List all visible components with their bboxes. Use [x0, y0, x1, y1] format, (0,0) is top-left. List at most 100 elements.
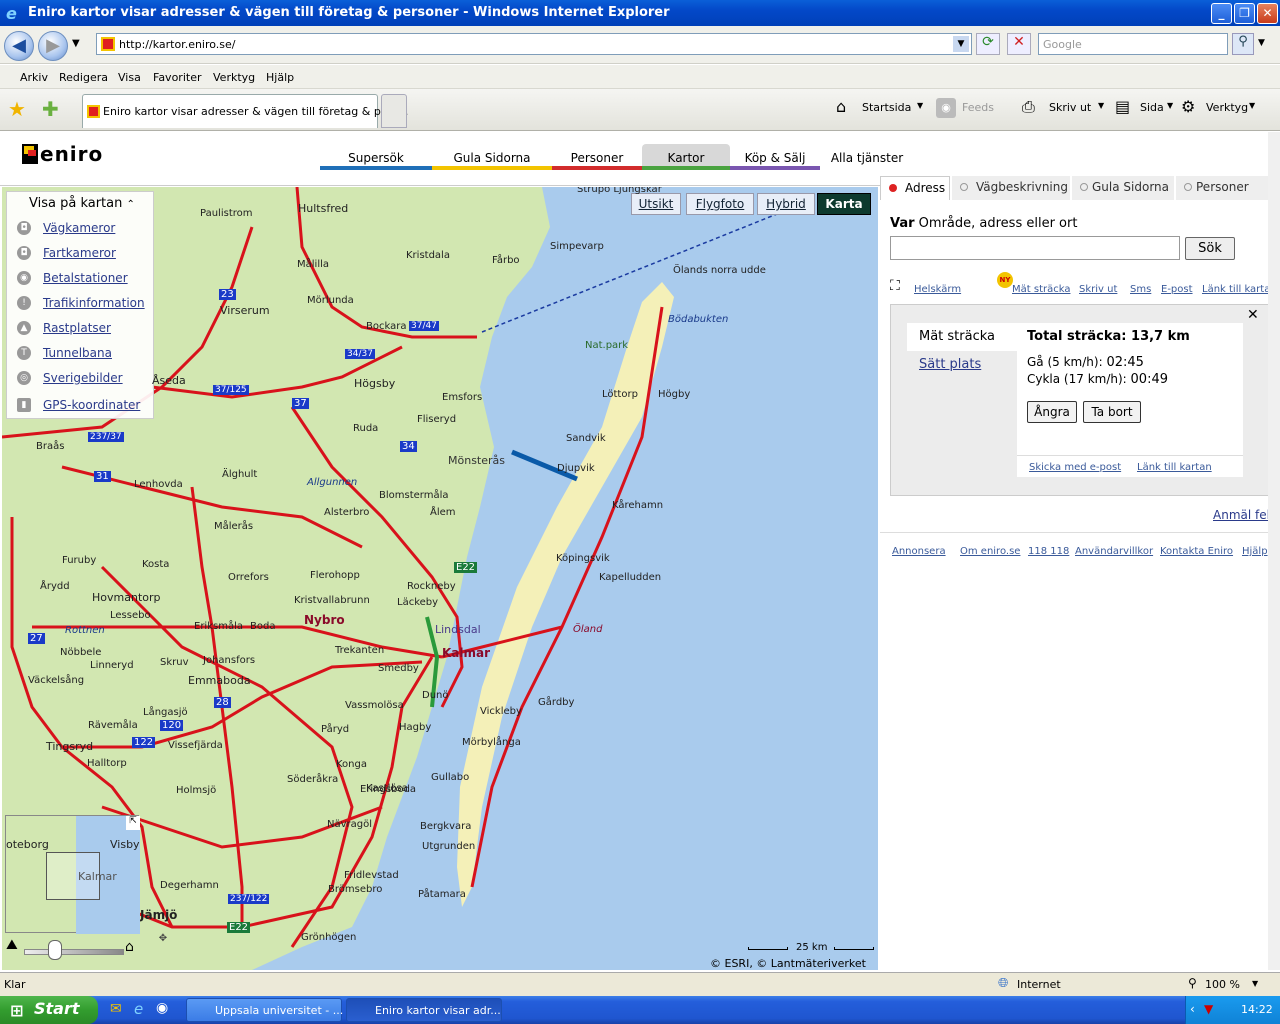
zoom-slider-handle[interactable]	[48, 940, 62, 960]
overview-map[interactable]: oteborg Visby Kalmar ⇱	[5, 815, 140, 934]
report-error-link[interactable]: Anmäl fel	[1213, 508, 1270, 522]
measure-distance-link[interactable]: Mät sträcka	[1012, 284, 1070, 295]
close-icon[interactable]: ✕	[1247, 307, 1259, 323]
place-label: Vickleby	[480, 706, 522, 717]
layer-hybrid-button[interactable]: Hybrid	[757, 193, 815, 215]
print-icon[interactable]: ⎙	[1022, 97, 1035, 117]
zone-label: Internet	[1017, 978, 1061, 991]
stop-button[interactable]: ✕	[1007, 33, 1031, 55]
link-to-map[interactable]: Länk till kartan	[1202, 284, 1277, 295]
menu-verktyg[interactable]: Verktyg	[213, 71, 255, 84]
tools-label[interactable]: Verktyg	[1206, 101, 1248, 114]
taskbar-item-eniro[interactable]: Eniro kartor visar adr...	[346, 998, 502, 1022]
layer-karta-button[interactable]: Karta	[817, 193, 871, 215]
tab-gula-sidorna[interactable]: Gula Sidorna	[432, 148, 552, 170]
footer-hjalp[interactable]: Hjälp	[1242, 546, 1268, 557]
footer-anvandarvillkor[interactable]: Användarvillkor	[1075, 546, 1153, 557]
tab-kartor[interactable]: Kartor	[642, 148, 730, 170]
quicklaunch-ie-icon[interactable]: e	[134, 1000, 143, 1018]
address-bar[interactable]: http://kartor.eniro.se/ ▼	[96, 33, 972, 55]
page-icon[interactable]: ▤	[1115, 97, 1130, 116]
fullscreen-link[interactable]: Helskärm	[914, 284, 961, 295]
menu-visa[interactable]: Visa	[118, 71, 141, 84]
tools-gear-icon[interactable]: ⚙	[1181, 97, 1195, 116]
feeds-label[interactable]: Feeds	[962, 101, 994, 114]
set-place-link[interactable]: Sätt plats	[919, 357, 981, 372]
search-options-icon[interactable]: ▼	[1258, 38, 1265, 48]
menu-hjalp[interactable]: Hjälp	[266, 71, 294, 84]
panel-tab-gula-sidorna[interactable]: Gula Sidorna	[1072, 176, 1174, 200]
show-panel-title[interactable]: Visa på kartan ⌃	[29, 196, 135, 211]
search-input[interactable]: Google	[1038, 33, 1228, 55]
panel-tab-personer[interactable]: Personer	[1176, 176, 1274, 200]
pan-control[interactable]: ✥	[147, 933, 179, 967]
footer-om-eniro[interactable]: Om eniro.se	[960, 546, 1020, 557]
zoom-dropdown-icon[interactable]: ▼	[1252, 979, 1258, 988]
close-button[interactable]: ✕	[1257, 3, 1278, 24]
layer-flygfoto-button[interactable]: Flygfoto	[686, 193, 754, 215]
favorites-star-icon[interactable]: ★	[8, 97, 26, 121]
zoom-icon[interactable]: ⚲	[1188, 976, 1197, 990]
show-panel-title-text: Visa på kartan	[29, 196, 123, 211]
page-label[interactable]: Sida	[1140, 101, 1164, 114]
refresh-button[interactable]: ⟳	[976, 33, 1000, 55]
new-tab-button[interactable]	[381, 94, 407, 128]
measure-menu-active[interactable]: Mät sträcka	[907, 323, 1017, 351]
add-favorite-icon[interactable]: ✚	[42, 97, 59, 121]
tab-kop-salj[interactable]: Köp & Sälj	[730, 148, 820, 170]
panel-tab-vagbeskrivning[interactable]: Vägbeskrivning	[952, 176, 1070, 200]
remove-button[interactable]: Ta bort	[1083, 401, 1141, 423]
menu-favoriter[interactable]: Favoriter	[153, 71, 201, 84]
address-dropdown-icon[interactable]: ▼	[953, 36, 969, 52]
print-link[interactable]: Skriv ut	[1079, 284, 1117, 295]
history-dropdown-icon[interactable]: ▼	[72, 38, 80, 49]
tray-arrow-icon[interactable]: ‹	[1190, 1002, 1195, 1016]
place-label: Målilla	[297, 259, 329, 270]
measure-link-to-map[interactable]: Länk till kartan	[1137, 462, 1212, 473]
zoom-slider-track[interactable]	[24, 949, 124, 955]
tab-alla-tjanster[interactable]: Alla tjänster	[820, 148, 914, 170]
maximize-button[interactable]: ❐	[1234, 3, 1255, 24]
start-button[interactable]: ⊞ Start	[0, 996, 98, 1024]
tab-supersok[interactable]: Supersök	[320, 148, 432, 170]
footer-annonsera[interactable]: Annonsera	[892, 546, 946, 557]
search-button[interactable]: Sök	[1185, 237, 1235, 260]
footer-118118[interactable]: 118 118	[1028, 546, 1069, 557]
email-link[interactable]: E-post	[1161, 284, 1193, 295]
menu-arkiv[interactable]: Arkiv	[20, 71, 48, 84]
tab-personer[interactable]: Personer	[552, 148, 642, 170]
undo-button[interactable]: Ångra	[1027, 401, 1077, 423]
zoom-in-house-icon[interactable]: ⌂	[125, 939, 134, 955]
menu-redigera[interactable]: Redigera	[59, 71, 108, 84]
layer-utsikt-button[interactable]: Utsikt	[631, 193, 681, 215]
feeds-icon[interactable]: ◉	[936, 98, 956, 118]
home-icon[interactable]: ⌂	[836, 97, 846, 116]
page-scrollbar[interactable]	[1268, 132, 1280, 970]
minimize-button[interactable]: _	[1211, 3, 1232, 24]
quicklaunch-mail-icon[interactable]: ✉	[110, 1001, 122, 1017]
tray-network-icon[interactable]: ▼	[1204, 1002, 1213, 1016]
footer-kontakta[interactable]: Kontakta Eniro	[1160, 546, 1233, 557]
zoom-level[interactable]: 100 %	[1205, 978, 1240, 991]
place-search-input[interactable]	[890, 236, 1180, 260]
print-label[interactable]: Skriv ut	[1049, 101, 1091, 114]
tools-dropdown-icon[interactable]: ▼	[1249, 101, 1255, 110]
clock[interactable]: 14:22	[1241, 1003, 1273, 1016]
zoom-out-mountain-icon[interactable]: ⛰	[6, 937, 18, 953]
overview-toggle-icon[interactable]: ⇱	[126, 816, 140, 830]
fullscreen-icon[interactable]: ⛶	[890, 278, 900, 294]
print-dropdown-icon[interactable]: ▼	[1098, 101, 1104, 110]
map-view[interactable]: Utsikt Flygfoto Hybrid Karta Visa på kar…	[2, 187, 878, 970]
panel-tab-adress[interactable]: Adress	[880, 176, 950, 200]
forward-button[interactable]: ▶	[38, 31, 68, 61]
search-icon[interactable]: ⚲	[1232, 33, 1254, 55]
home-dropdown-icon[interactable]: ▼	[917, 101, 923, 110]
page-dropdown-icon[interactable]: ▼	[1167, 101, 1173, 110]
quicklaunch-ie2-icon[interactable]: ◉	[156, 1000, 168, 1016]
browser-tab-active[interactable]: Eniro kartor visar adresser & vägen till…	[82, 94, 408, 128]
home-label[interactable]: Startsida	[862, 101, 911, 114]
sms-link[interactable]: Sms	[1130, 284, 1151, 295]
taskbar-item-uppsala[interactable]: Uppsala universitet - ...	[186, 998, 343, 1022]
back-button[interactable]: ◀	[4, 31, 34, 61]
send-email-link[interactable]: Skicka med e-post	[1029, 462, 1121, 473]
